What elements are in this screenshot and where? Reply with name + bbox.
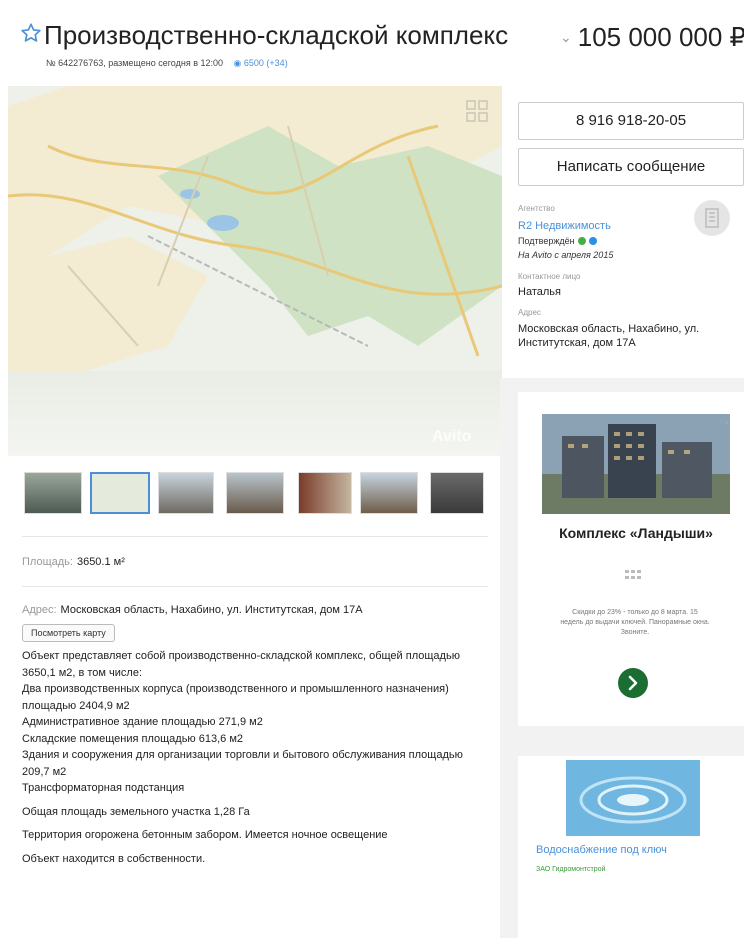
listing-number-date: № 642276763, размещено сегодня в 12:00 xyxy=(46,58,224,68)
address-param: Адрес: Московская область, Нахабино, ул. … xyxy=(22,604,363,616)
ad-go-button[interactable] xyxy=(618,668,648,698)
price: 105 000 000 ₽ xyxy=(577,22,744,52)
description-line: Общая площадь земельного участка 1,28 Га xyxy=(22,805,250,818)
map-image xyxy=(8,86,502,376)
write-message-button[interactable]: Написать сообщение xyxy=(518,148,744,186)
seller-address-value: Московская область, Нахабино, ул. Инстит… xyxy=(518,323,700,349)
description-line: Здания и сооружения для организации торг… xyxy=(22,749,463,778)
description: Объект представляет собой производственн… xyxy=(22,648,492,867)
address-label: Адрес: xyxy=(22,604,57,616)
thumbnail[interactable] xyxy=(226,472,284,514)
description-line: Объект находится в собственности. xyxy=(22,852,206,865)
thumbnail[interactable] xyxy=(298,472,352,514)
agency-label: Агентство xyxy=(518,204,555,213)
member-since: На Avito с апреля 2015 xyxy=(518,250,614,260)
ad-title[interactable]: Водоснабжение под ключ xyxy=(536,844,667,856)
phone-button[interactable]: 8 916 918-20-05 xyxy=(518,102,744,140)
verified-label: Подтверждён xyxy=(518,236,575,246)
ad-banner-water[interactable]: Водоснабжение под ключ ЗАО Гидромонтстро… xyxy=(518,756,744,938)
verified-status: Подтверждён xyxy=(518,236,597,246)
area-param: Площадь: 3650.1 м² xyxy=(22,556,125,568)
thumbnail[interactable] xyxy=(360,472,418,514)
description-line: Два производственных корпуса (производст… xyxy=(22,683,449,712)
main-photo[interactable]: Avito xyxy=(8,86,502,456)
views-count: ◉ 6500 (+34) xyxy=(234,58,288,68)
listing-meta: № 642276763, размещено сегодня в 12:00 ◉… xyxy=(46,58,288,69)
show-map-button[interactable]: Посмотреть карту xyxy=(22,624,115,642)
agency-name-link[interactable]: R2 Недвижимость xyxy=(518,220,611,232)
chevron-right-icon xyxy=(628,675,638,691)
listing-title: Производственно-складской комплекс xyxy=(44,20,509,50)
ad-advertiser: ЗАО Гидромонтстрой xyxy=(536,866,606,873)
area-label: Площадь: xyxy=(22,556,73,568)
ad-brand-logo-icon xyxy=(625,570,641,579)
divider xyxy=(22,586,488,587)
thumbnail[interactable] xyxy=(430,472,484,514)
photo-thumbnails xyxy=(22,472,492,516)
price-dropdown-icon[interactable]: ⌄ xyxy=(560,29,572,46)
thumbnail[interactable] xyxy=(24,472,82,514)
ad-photo-water xyxy=(566,760,700,836)
ad-text: Скидки до 23% - только до 8 марта. 15 не… xyxy=(560,609,710,636)
ad-info-icon[interactable]: ⓘ✕ xyxy=(717,418,730,428)
building-icon xyxy=(705,208,719,228)
ad-photo-building xyxy=(542,414,730,514)
divider xyxy=(22,536,488,537)
verified-check-icon xyxy=(577,237,586,245)
thumbnail[interactable] xyxy=(158,472,214,514)
grid-view-icon[interactable] xyxy=(466,100,488,122)
ad-title: Комплекс «Ландыши» xyxy=(559,525,713,541)
contact-label: Контактное лицо xyxy=(518,272,581,281)
contact-name: Наталья xyxy=(518,286,561,298)
description-line: Складские помещения площадью 613,6 м2 xyxy=(22,732,243,745)
description-line: Трансформаторная подстанция xyxy=(22,782,185,794)
address-value: Московская область, Нахабино, ул. Инстит… xyxy=(60,604,363,616)
seller-panel: 8 916 918-20-05 Написать сообщение Агент… xyxy=(508,86,744,378)
photo-fade xyxy=(8,371,502,456)
description-line: Административное здание площадью 271,9 м… xyxy=(22,716,263,728)
description-line: Объект представляет собой производственн… xyxy=(22,650,460,679)
ad-banner-complex[interactable]: ⓘ✕ Комплекс «Ландыши» Скидки до 23% - то… xyxy=(518,392,744,726)
agency-logo[interactable] xyxy=(694,200,730,236)
eye-icon: ◉ xyxy=(233,58,244,68)
favorite-star-icon[interactable] xyxy=(20,22,42,44)
description-line: Территория огорожена бетонным забором. И… xyxy=(22,829,388,841)
views-value: 6500 (+34) xyxy=(243,58,288,68)
thumbnail-active[interactable] xyxy=(90,472,150,514)
photo-watermark: Avito xyxy=(432,428,472,445)
listing-header: Производственно-складской комплекс № 642… xyxy=(0,0,744,78)
seller-address-label: Адрес xyxy=(518,308,541,317)
verified-email-icon xyxy=(588,237,597,245)
area-value: 3650.1 м² xyxy=(76,556,125,568)
price-block: ⌄ 105 000 000 ₽ xyxy=(560,22,744,53)
